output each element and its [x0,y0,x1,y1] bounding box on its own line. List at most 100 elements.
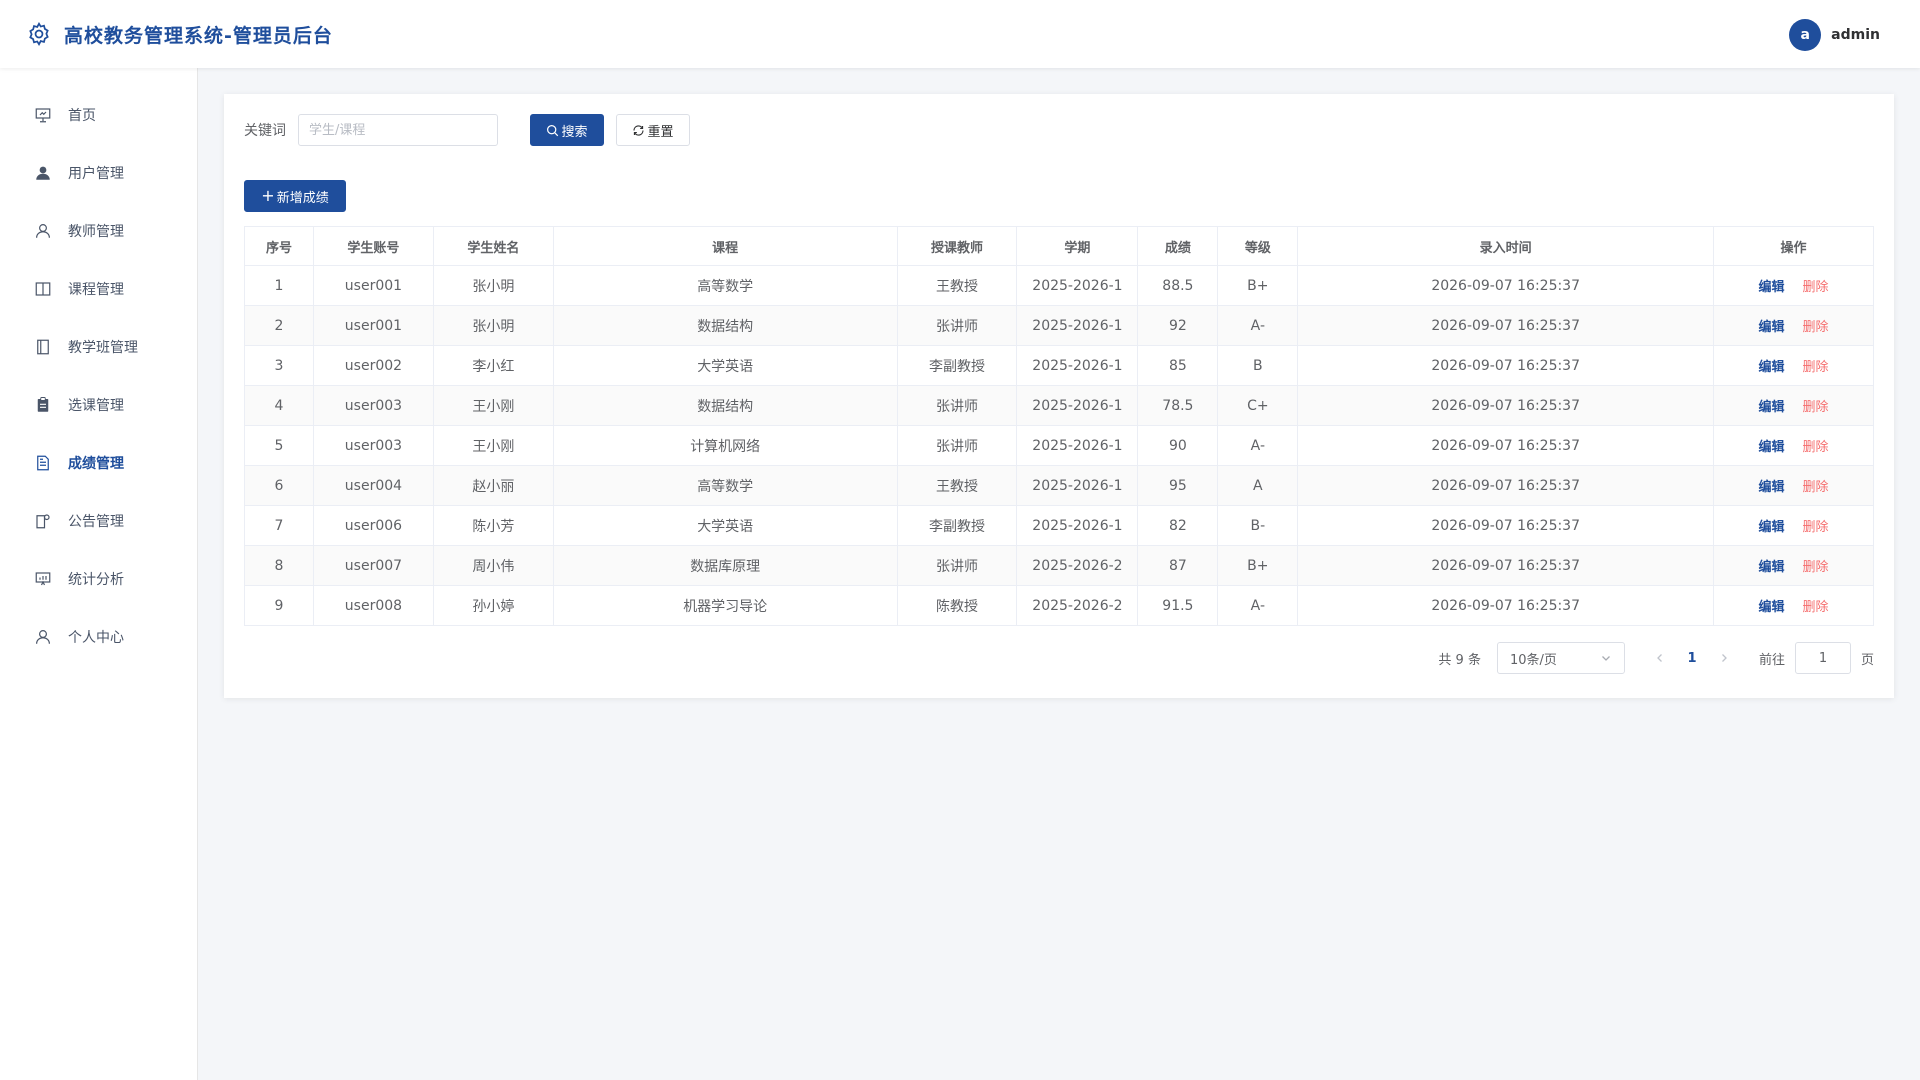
avatar[interactable]: a [1789,19,1822,51]
table-cell: 张小明 [432,265,554,306]
table-cell: 2026-09-07 16:25:37 [1297,505,1715,546]
edit-button[interactable]: 编辑 [1759,520,1785,535]
column-header[interactable]: 学生账号 [312,226,434,266]
edit-button[interactable]: 编辑 [1759,320,1785,335]
sidebar-item-notices[interactable]: 公告管理 [0,492,197,550]
sidebar-item-label: 个人中心 [68,630,124,646]
table-cell: 张小明 [432,305,554,346]
edit-button[interactable]: 编辑 [1759,280,1785,295]
table-cell: 陈教授 [896,585,1018,626]
table-row: 1 user001 张小明 高等数学 王教授 2025-2026-1 88.5 B+ 2026-… [244,265,1874,306]
table-cell: 4 [244,385,314,426]
delete-button[interactable]: 删除 [1803,320,1829,335]
table-cell: 周小伟 [432,545,554,586]
column-header[interactable]: 学生姓名 [432,226,554,266]
page-size-select[interactable]: 10条/页 [1496,642,1625,674]
delete-button[interactable]: 删除 [1803,360,1829,375]
edit-button[interactable]: 编辑 [1759,480,1785,495]
table-cell: B [1217,345,1299,386]
keyword-label: 关键词 [244,123,286,139]
table-cell: A- [1217,305,1299,346]
sidebar: 首页 用户管理 教师管理 课程管理 教学班管理 选课管理 成绩管理 公告管理 统… [0,68,198,1080]
delete-button[interactable]: 删除 [1803,560,1829,575]
user-menu[interactable]: a admin [1789,19,1880,51]
delete-button[interactable]: 删除 [1803,400,1829,415]
table-cell: 王教授 [896,265,1018,306]
sidebar-item-grades[interactable]: 成绩管理 [0,434,197,492]
goto-page-input[interactable]: 1 [1794,642,1851,674]
page-number-current[interactable]: 1 [1675,651,1709,666]
table-cell: user008 [312,585,434,626]
user-icon [36,224,50,238]
user-filled-icon [36,166,50,180]
edit-button[interactable]: 编辑 [1759,360,1785,375]
table-cell: 2026-09-07 16:25:37 [1297,545,1715,586]
app-title: 高校教务管理系统-管理员后台 [64,24,333,47]
column-header[interactable]: 录入时间 [1297,226,1715,266]
sidebar-item-statistics[interactable]: 统计分析 [0,550,197,608]
edit-button[interactable]: 编辑 [1759,440,1785,455]
column-header[interactable]: 学期 [1016,226,1139,266]
table-cell: 5 [244,425,314,466]
table-cell: 数据结构 [552,305,898,346]
sidebar-item-courses[interactable]: 课程管理 [0,260,197,318]
table-cell: 2 [244,305,314,346]
column-header[interactable]: 等级 [1217,226,1299,266]
table-cell: 李副教授 [896,345,1018,386]
next-page-button[interactable] [1709,649,1739,668]
edit-button[interactable]: 编辑 [1759,600,1785,615]
sidebar-item-classes[interactable]: 教学班管理 [0,318,197,376]
column-header[interactable]: 课程 [552,226,898,266]
table-cell: 95 [1137,465,1219,506]
table-cell: 2025-2026-1 [1016,505,1139,546]
reset-button[interactable]: 重置 [616,114,690,146]
sidebar-item-teachers[interactable]: 教师管理 [0,202,197,260]
delete-button[interactable]: 删除 [1803,600,1829,615]
delete-button[interactable]: 删除 [1803,480,1829,495]
plus-icon: + [261,186,275,205]
delete-button[interactable]: 删除 [1803,440,1829,455]
keyword-input[interactable] [298,114,498,146]
add-grade-button[interactable]: + 新增成绩 [244,180,346,212]
table-row: 4 user003 王小刚 数据结构 张讲师 2025-2026-1 78.5 C+ 2026-… [244,385,1874,426]
table-cell: 张讲师 [896,545,1018,586]
prev-page-button[interactable] [1645,649,1675,668]
table-cell: 90 [1137,425,1219,466]
column-header[interactable]: 成绩 [1137,226,1219,266]
search-button-label: 搜索 [561,124,588,140]
presentation-icon [35,108,51,123]
username[interactable]: admin [1831,27,1880,43]
delete-button[interactable]: 删除 [1803,280,1829,295]
sidebar-item-enrollment[interactable]: 选课管理 [0,376,197,434]
delete-button[interactable]: 删除 [1803,520,1829,535]
table-cell: 数据库原理 [552,545,898,586]
table-cell: user007 [312,545,434,586]
table-row: 2 user001 张小明 数据结构 张讲师 2025-2026-1 92 A- 2026-09… [244,305,1874,346]
sidebar-item-profile[interactable]: 个人中心 [0,608,197,666]
column-header[interactable]: 序号 [244,226,314,266]
sidebar-item-users[interactable]: 用户管理 [0,144,197,202]
table-cell: user003 [312,385,434,426]
edit-button[interactable]: 编辑 [1759,400,1785,415]
clipboard-icon [37,397,49,412]
pagination: 共 9 条 10条/页 1 前往 1 页 [244,642,1874,674]
table-cell: 7 [244,505,314,546]
table-cell: 9 [244,585,314,626]
column-header[interactable]: 授课教师 [896,226,1018,266]
goto-label: 前往 [1758,652,1785,668]
table-cell: 大学英语 [552,505,898,546]
column-header[interactable]: 操作 [1713,226,1874,266]
sidebar-item-home[interactable]: 首页 [0,86,197,144]
table-cell: 2026-09-07 16:25:37 [1297,465,1715,506]
table-cell: user001 [312,265,434,306]
table-cell: 计算机网络 [552,425,898,466]
edit-button[interactable]: 编辑 [1759,560,1785,575]
notebook-icon [37,339,49,355]
table-cell: 2026-09-07 16:25:37 [1297,305,1715,346]
grades-panel: 关键词 搜索 重置 + 新增成绩 序号 学生账号 学生姓名 课程 [224,94,1894,698]
chevron-down-icon [1602,656,1610,661]
search-button[interactable]: 搜索 [530,114,604,146]
table-cell: 陈小芳 [432,505,554,546]
table-cell: user003 [312,425,434,466]
user-icon [36,630,50,644]
